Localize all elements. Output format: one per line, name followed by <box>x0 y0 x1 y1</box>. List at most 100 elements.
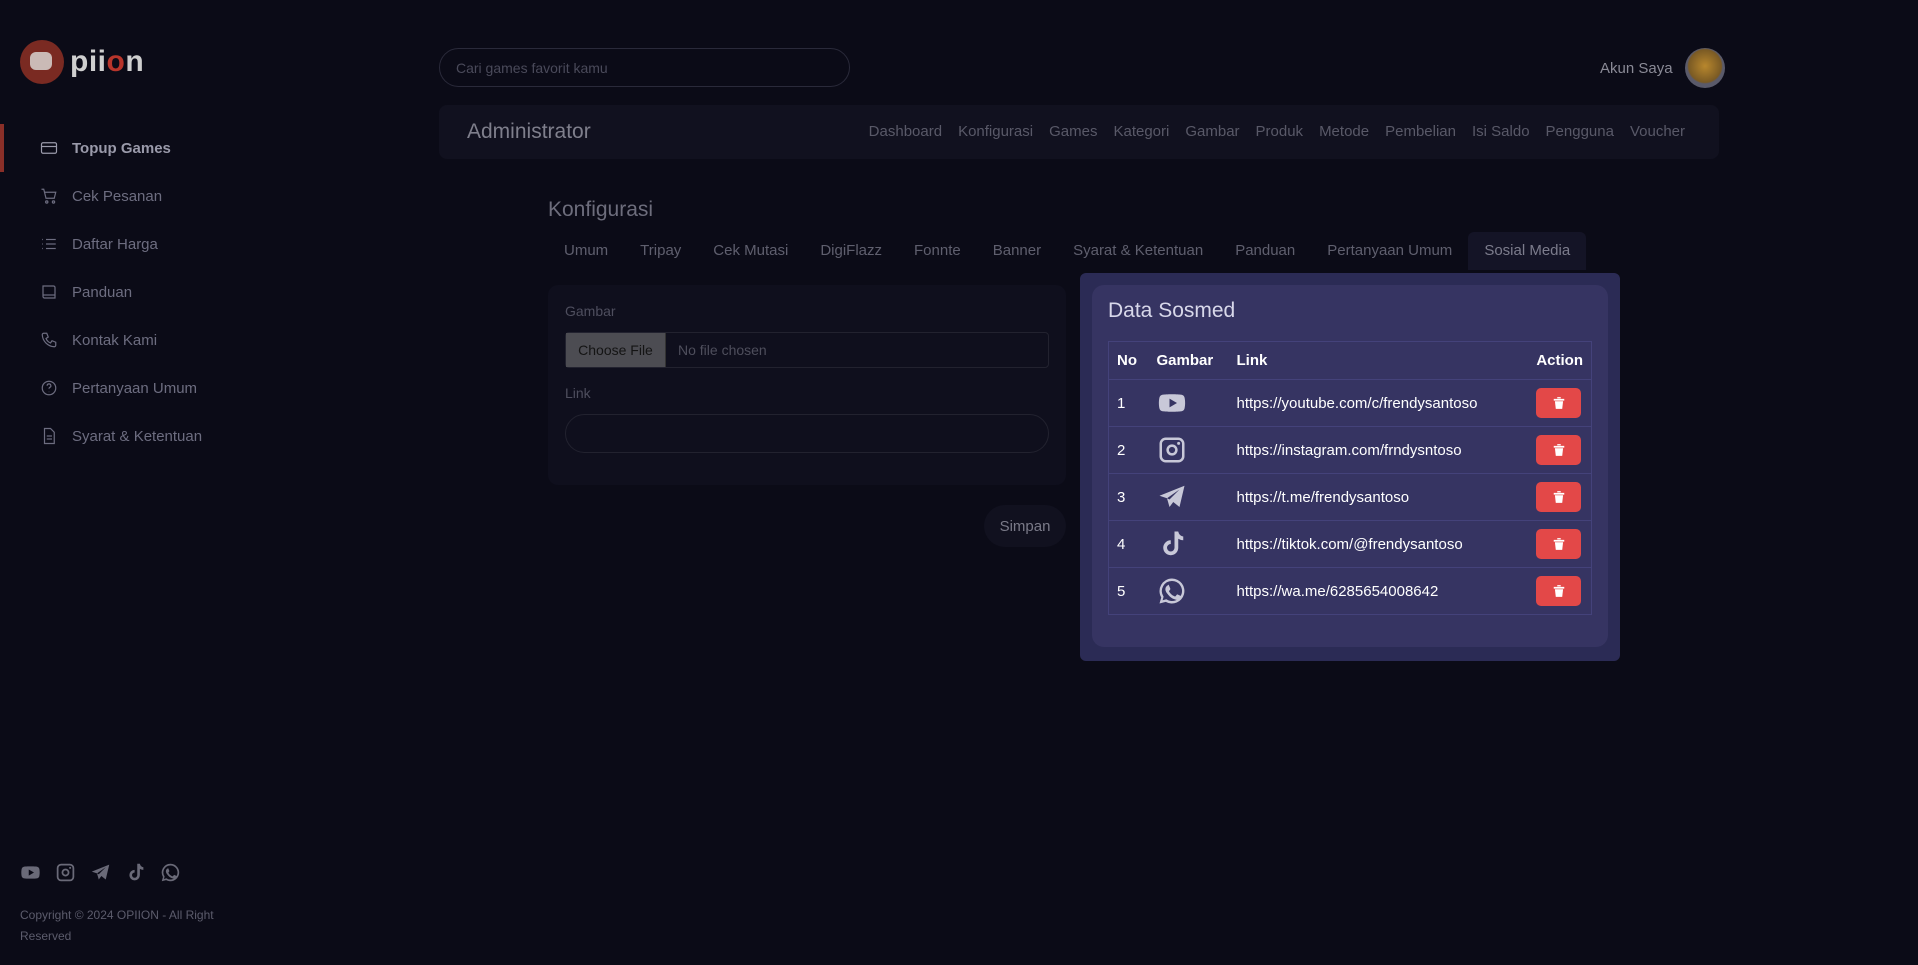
tab-fonnte[interactable]: Fonnte <box>898 232 977 270</box>
sidebar-item-topup-games[interactable]: Topup Games <box>0 124 260 172</box>
sosmed-form: Gambar Choose File No file chosen Link <box>548 285 1066 485</box>
admin-nav-pembelian[interactable]: Pembelian <box>1385 123 1456 140</box>
row-action <box>1528 473 1592 521</box>
brand-logo[interactable]: piion <box>20 40 144 84</box>
row-image <box>1148 426 1229 474</box>
tab-digiflazz[interactable]: DigiFlazz <box>804 232 898 270</box>
sosmed-modal: Data Sosmed No Gambar Link Action 1 http… <box>1092 285 1608 647</box>
modal-title: Data Sosmed <box>1108 299 1236 322</box>
admin-nav-links: Dashboard Konfigurasi Games Kategori Gam… <box>869 123 1685 140</box>
row-action <box>1528 426 1592 474</box>
tab-panduan[interactable]: Panduan <box>1219 232 1311 270</box>
book-icon <box>42 285 56 299</box>
table-row: 5 https://wa.me/6285654008642 <box>1108 567 1592 615</box>
admin-nav-dashboard[interactable]: Dashboard <box>869 123 942 140</box>
sidebar-item-panduan[interactable]: Panduan <box>0 268 260 316</box>
column-header: Action <box>1528 341 1592 380</box>
sidebar: piion Topup Games Cek Pesanan Daftar Har… <box>0 0 260 965</box>
tab-banner[interactable]: Banner <box>977 232 1057 270</box>
sosmed-table: No Gambar Link Action 1 https://youtube.… <box>1108 341 1592 615</box>
admin-nav-games[interactable]: Games <box>1049 123 1097 140</box>
tab-tripay[interactable]: Tripay <box>624 232 697 270</box>
tiktok-icon <box>1162 531 1183 556</box>
row-link: https://youtube.com/c/frendysantoso <box>1228 379 1529 427</box>
sidebar-item-kontak-kami[interactable]: Kontak Kami <box>0 316 260 364</box>
sidebar-item-syarat-ketentuan[interactable]: Syarat & Ketentuan <box>0 412 260 460</box>
sidebar-item-cek-pesanan[interactable]: Cek Pesanan <box>0 172 260 220</box>
row-image <box>1148 379 1229 427</box>
copyright-text: Copyright © 2024 OPIION - All Right Rese… <box>20 908 214 943</box>
admin-nav-produk[interactable]: Produk <box>1256 123 1304 140</box>
file-status: No file chosen <box>678 342 767 358</box>
account-menu[interactable]: Akun Saya <box>1600 48 1725 88</box>
sidebar-nav: Topup Games Cek Pesanan Daftar Harga Pan… <box>0 124 260 460</box>
instagram-icon <box>1159 437 1184 463</box>
table-row: 1 https://youtube.com/c/frendysantoso <box>1108 379 1592 427</box>
list-icon <box>42 238 56 250</box>
row-link: https://t.me/frendysantoso <box>1228 473 1529 521</box>
row-action <box>1528 567 1592 615</box>
row-number: 3 <box>1108 473 1149 521</box>
delete-button[interactable] <box>1536 482 1582 512</box>
card-icon <box>40 142 58 154</box>
table-row: 4 https://tiktok.com/@frendysantoso <box>1108 520 1592 568</box>
trash-icon <box>1553 585 1565 597</box>
delete-button[interactable] <box>1536 576 1582 606</box>
delete-button[interactable] <box>1536 435 1582 465</box>
admin-nav-voucher[interactable]: Voucher <box>1630 123 1685 140</box>
save-button[interactable]: Simpan <box>984 505 1066 547</box>
tab-cek-mutasi[interactable]: Cek Mutasi <box>697 232 804 270</box>
brand-name: piion <box>70 45 145 78</box>
choose-file-button[interactable]: Choose File <box>566 333 666 367</box>
table-row: 2 https://instagram.com/frndysntoso <box>1108 426 1592 474</box>
admin-nav-isi-saldo[interactable]: Isi Saldo <box>1472 123 1530 140</box>
link-input[interactable] <box>565 414 1049 453</box>
phone-icon <box>41 332 57 348</box>
column-header: Gambar <box>1148 341 1229 380</box>
trash-icon <box>1553 491 1565 503</box>
column-header: No <box>1108 341 1149 380</box>
admin-nav-konfigurasi[interactable]: Konfigurasi <box>958 123 1033 140</box>
row-action <box>1528 379 1592 427</box>
youtube-icon[interactable] <box>20 862 41 883</box>
image-file-input[interactable]: Choose File No file chosen <box>565 332 1049 368</box>
sidebar-item-label: Pertanyaan Umum <box>72 379 198 397</box>
document-icon <box>43 427 55 445</box>
telegram-icon[interactable] <box>90 862 111 883</box>
trash-icon <box>1553 444 1565 456</box>
tiktok-icon[interactable] <box>125 862 146 883</box>
whatsapp-icon <box>1159 578 1184 604</box>
instagram-icon[interactable] <box>55 862 76 883</box>
link-label: Link <box>565 385 591 401</box>
config-tabs: Umum Tripay Cek Mutasi DigiFlazz Fonnte … <box>548 232 1587 270</box>
row-image <box>1148 473 1229 521</box>
tab-syarat-ketentuan[interactable]: Syarat & Ketentuan <box>1057 232 1219 270</box>
admin-nav-kategori[interactable]: Kategori <box>1113 123 1169 140</box>
row-number: 4 <box>1108 520 1149 568</box>
search-input[interactable] <box>439 48 850 87</box>
tab-pertanyaan-umum[interactable]: Pertanyaan Umum <box>1311 232 1468 270</box>
whatsapp-icon[interactable] <box>160 862 181 883</box>
column-header: Link <box>1228 341 1529 380</box>
sidebar-item-label: Panduan <box>72 283 133 301</box>
account-label: Akun Saya <box>1600 59 1673 77</box>
table-row: 3 https://t.me/frendysantoso <box>1108 473 1592 521</box>
avatar[interactable] <box>1684 48 1725 88</box>
admin-title: Administrator <box>467 120 591 143</box>
row-image <box>1148 567 1229 615</box>
admin-nav-metode[interactable]: Metode <box>1319 123 1369 140</box>
youtube-icon <box>1158 394 1185 412</box>
delete-button[interactable] <box>1536 388 1582 418</box>
gamepad-logo-icon <box>20 40 64 84</box>
tab-umum[interactable]: Umum <box>548 232 624 270</box>
sidebar-item-daftar-harga[interactable]: Daftar Harga <box>0 220 260 268</box>
sidebar-social-links <box>20 862 181 883</box>
admin-nav-gambar[interactable]: Gambar <box>1185 123 1239 140</box>
table-header-row: No Gambar Link Action <box>1108 341 1592 380</box>
tab-sosial-media[interactable]: Sosial Media <box>1468 232 1587 270</box>
admin-nav-pengguna[interactable]: Pengguna <box>1546 123 1614 140</box>
delete-button[interactable] <box>1536 529 1582 559</box>
admin-navbar: Administrator Dashboard Konfigurasi Game… <box>439 105 1719 159</box>
row-action <box>1528 520 1592 568</box>
sidebar-item-pertanyaan-umum[interactable]: Pertanyaan Umum <box>0 364 260 412</box>
